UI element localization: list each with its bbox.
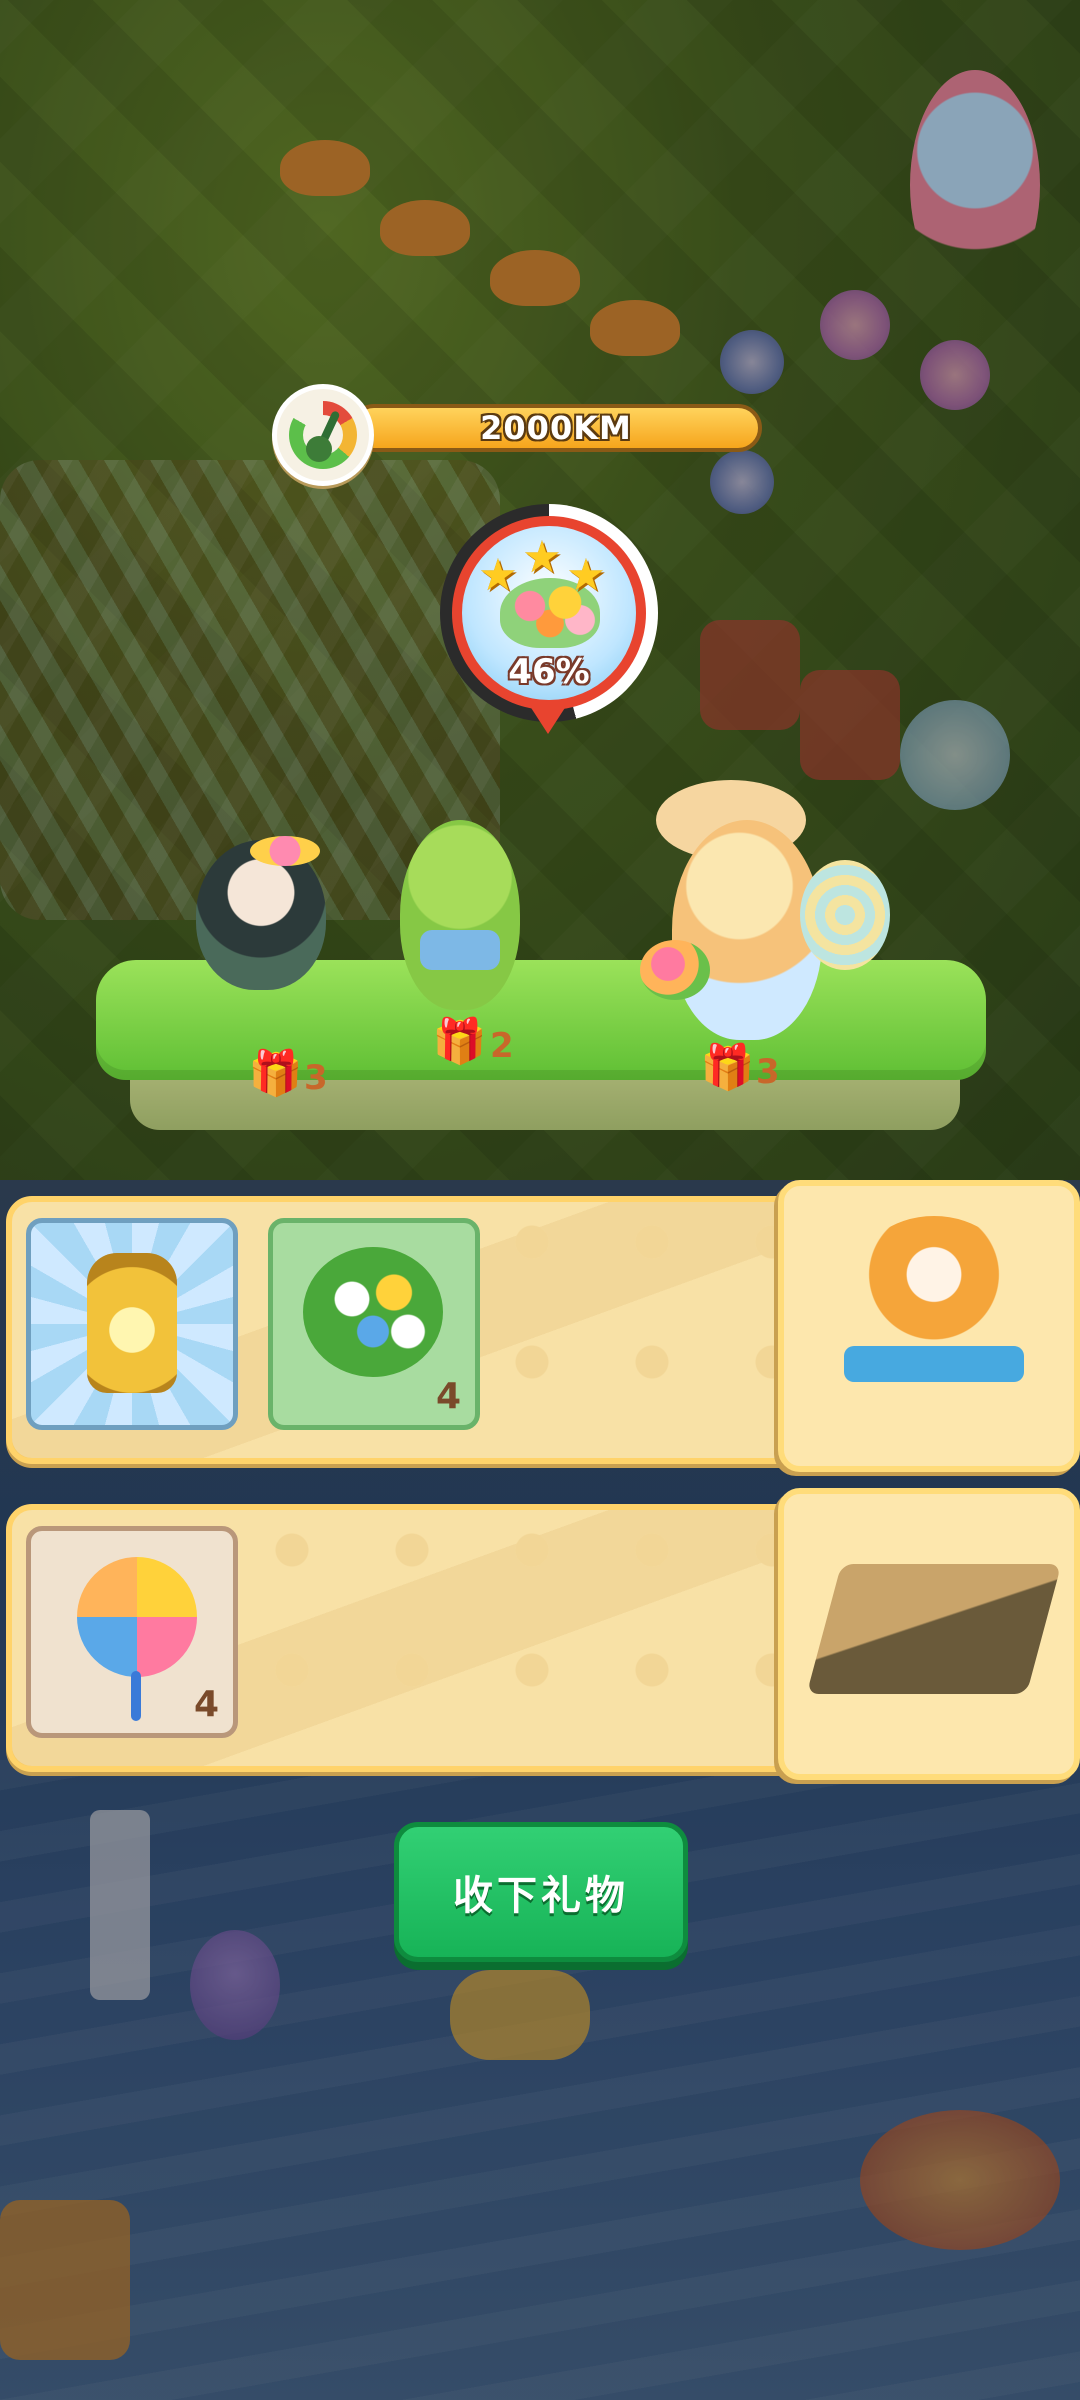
gift-icon: 🎁 <box>432 1016 487 1067</box>
gift-count: 2 <box>490 1026 514 1066</box>
spiral-tail <box>800 860 890 970</box>
reward-card-cat-bench[interactable] <box>778 1180 1080 1472</box>
gift-count: 3 <box>304 1058 328 1098</box>
gift-icon: 🎁 <box>248 1048 303 1099</box>
blue-bench <box>844 1346 1024 1382</box>
reward-item-lantern[interactable] <box>26 1218 238 1430</box>
cat-on-bench-icon <box>854 1216 1014 1346</box>
flower-fox-character[interactable] <box>672 820 822 1040</box>
distance-bar: 2000KM <box>350 404 762 452</box>
item-quantity: 4 <box>193 1684 219 1725</box>
speedometer-hub <box>306 436 332 462</box>
blue-shirt <box>420 930 500 970</box>
progress-percent: 46% <box>508 652 590 692</box>
distance-value: 2000KM <box>480 409 632 447</box>
gift-count: 3 <box>756 1052 780 1092</box>
accept-gift-button[interactable]: 收下礼物 <box>394 1822 688 1962</box>
star-icon: ★ <box>478 550 518 601</box>
accept-gift-label: 收下礼物 <box>453 1873 629 1919</box>
golden-lantern-icon <box>87 1253 177 1393</box>
reward-card-cellar-door[interactable] <box>778 1488 1080 1780</box>
flower-bouquet-prop <box>640 940 710 1000</box>
item-quantity: 4 <box>435 1376 461 1417</box>
progress-badge-pointer <box>526 700 570 734</box>
green-bear-character[interactable] <box>400 820 520 1010</box>
star-icon: ★ <box>566 550 606 601</box>
flower-crown-icon <box>250 836 320 866</box>
gift-icon: 🎁 <box>700 1042 755 1093</box>
pinwheel-stick <box>131 1671 141 1721</box>
flower-bush-icon <box>303 1247 443 1377</box>
pinwheel-icon <box>77 1557 197 1677</box>
reward-item-pinwheel[interactable]: 4 <box>26 1526 238 1738</box>
cellar-door-icon <box>806 1564 1062 1694</box>
reward-item-flowers[interactable]: 4 <box>268 1218 480 1430</box>
star-icon: ★ <box>522 532 562 583</box>
